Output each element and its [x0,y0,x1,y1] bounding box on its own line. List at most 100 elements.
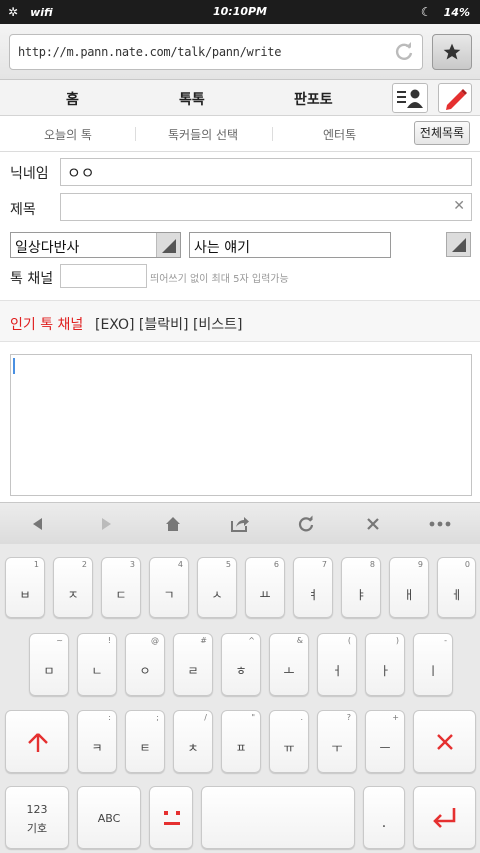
tab-today-talk[interactable]: 오늘의 톡 [44,126,92,143]
key[interactable]: ^ ㅎ [221,633,261,696]
more-icon [429,521,451,527]
dropdown-arrow-icon [156,233,180,257]
refresh-icon [298,515,314,532]
nav-item-toktok[interactable]: 톡톡 [179,89,205,109]
bookmark-button[interactable] [432,34,472,70]
backspace-key[interactable] [413,710,476,773]
share-button[interactable] [227,511,253,537]
user-list-icon [397,89,423,108]
key[interactable]: -ㅣ [413,633,453,696]
more-button[interactable] [427,511,453,537]
key[interactable]: ; ㅌ [125,710,165,773]
key[interactable]: 7ㅕ [293,557,333,618]
nav-item-home[interactable]: 홈 [66,89,79,109]
share-icon [231,517,249,532]
key[interactable]: .ㅠ [269,710,309,773]
channel-hint: 띄어쓰기 없이 최대 5자 입력가능 [150,274,289,285]
sub-nav: 오늘의 톡 톡커들의 선택 엔터톡 전체목록 [0,116,480,152]
dropdown-arrow-icon[interactable] [446,232,471,257]
address-field[interactable]: http://m.pann.nate.com/talk/pann/write [9,34,423,70]
category-select[interactable]: 일상다반사 [10,232,181,258]
key[interactable]: 8ㅑ [341,557,381,618]
key[interactable]: (ㅓ [317,633,357,696]
key[interactable]: 1ㅂ [5,557,45,618]
category-value: 일상다반사 [15,240,80,256]
clear-icon[interactable]: ✕ [453,198,465,214]
back-icon [33,518,42,530]
popular-label: 인기 톡 채널 [10,317,84,333]
divider [135,127,136,141]
shift-arrow-icon [28,733,48,752]
key[interactable]: ? ㅜ [317,710,357,773]
my-profile-button[interactable] [392,83,428,113]
key[interactable]: 5ㅅ [197,557,237,618]
shift-key[interactable] [5,710,69,773]
star-icon [443,43,461,60]
channel-input[interactable] [60,264,147,288]
divider [272,127,273,141]
all-list-button[interactable]: 전체목록 [414,121,470,145]
enter-key[interactable] [413,786,476,849]
url-bar: http://m.pann.nate.com/talk/pann/write [0,24,480,80]
forward-icon [102,518,111,530]
title-input[interactable]: ✕ [60,193,472,221]
key[interactable]: 0ㅔ [437,557,476,618]
browser-screen: ✲ wifi 10:10PM ☾ 14% http://m.pann.nate.… [0,0,480,853]
key[interactable]: @ ㅇ [125,633,165,696]
popular-tags[interactable]: [EXO] [블락비] [비스트] [95,314,243,334]
key[interactable]: 2ㅈ [53,557,93,618]
key[interactable]: 6ㅛ [245,557,285,618]
main-nav: 홈 톡톡 판포토 [0,80,480,116]
emoticon-key[interactable] [149,786,193,849]
text-caret [13,358,15,374]
key[interactable]: 3ㄷ [101,557,141,618]
browser-toolbar [0,502,480,544]
key[interactable]: + ㅡ [365,710,405,773]
popular-channels: 인기 톡 채널 [EXO] [블락비] [비스트] [0,300,480,342]
virtual-keyboard: 1ㅂ 2ㅈ 3ㄷ 4ㄱ 5ㅅ 6ㅛ 7ㅕ 8ㅑ 9ㅐ 0ㅔ ~ ㅁ ! ㄴ @ ㅇ #… [0,544,480,853]
url-text: http://m.pann.nate.com/talk/pann/write [18,45,282,59]
key[interactable]: # ㄹ [173,633,213,696]
enter-arrow-icon [433,808,456,828]
tab-talkers-pick[interactable]: 톡커들의 선택 [168,126,238,143]
body-textarea[interactable] [10,354,472,496]
key[interactable]: / ㅊ [173,710,213,773]
moon-icon: ☾ [420,5,432,19]
subcategory-value: 사는 얘기 [194,240,250,256]
title-label: 제목 [10,202,36,218]
refresh-button[interactable] [293,511,319,537]
key[interactable]: " ㅍ [221,710,261,773]
pencil-icon [446,89,467,110]
forward-button[interactable] [93,511,119,537]
space-key[interactable] [201,786,355,849]
home-icon [166,517,180,531]
battery-level: 14% [443,5,470,19]
nickname-value: ㅇㅇ [67,164,95,182]
key[interactable]: & ㅗ [269,633,309,696]
back-button[interactable] [25,511,51,537]
nickname-label: 닉네임 [10,166,49,182]
key[interactable]: ! ㄴ [77,633,117,696]
key[interactable]: 4ㄱ [149,557,189,618]
home-button[interactable] [160,511,186,537]
nav-item-pannphoto[interactable]: 판포토 [294,89,333,109]
period-key[interactable]: . [363,786,405,849]
close-button[interactable] [360,511,386,537]
tab-enter-talk[interactable]: 엔터톡 [323,126,356,143]
delete-x-icon [437,734,453,750]
key[interactable]: 9ㅐ [389,557,429,618]
subcategory-select[interactable]: 사는 얘기 [189,232,391,258]
close-icon [367,518,379,530]
nickname-input[interactable]: ㅇㅇ [60,158,472,186]
channel-label: 톡 채널 [10,271,54,287]
clock: 10:10PM [212,5,268,18]
abc-key[interactable]: ABC [77,786,141,849]
key[interactable]: ~ ㅁ [29,633,69,696]
status-bar: ✲ wifi 10:10PM ☾ 14% [0,0,480,24]
key[interactable]: :ㅋ [77,710,117,773]
write-button[interactable] [438,83,472,113]
reload-icon[interactable] [392,40,416,64]
num-symbol-key[interactable]: 123 기호 [5,786,69,849]
emoticon-icon [164,811,180,825]
key[interactable]: ) ㅏ [365,633,405,696]
